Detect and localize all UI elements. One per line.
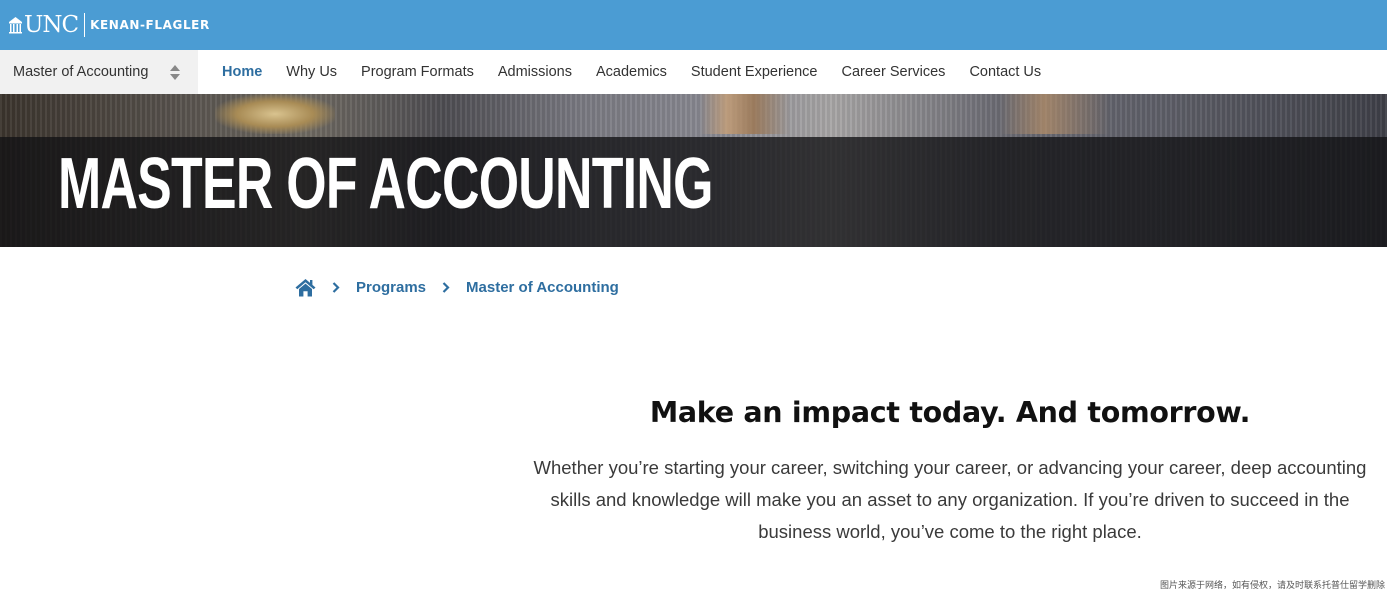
image-source-watermark: 图片来源于网络，如有侵权，请及时联系托普仕留学删除 <box>1159 581 1385 591</box>
breadcrumb-programs[interactable]: Programs <box>356 279 426 296</box>
nav-links: Home Why Us Program Formats Admissions A… <box>222 64 1065 80</box>
brand-bar: UNC KENAN-FLAGLER <box>0 0 1387 50</box>
home-icon[interactable] <box>295 278 316 297</box>
hero-photo-detail <box>1000 94 1110 134</box>
hero-banner: MASTER OF ACCOUNTING <box>0 94 1387 247</box>
logo-unc-text: UNC <box>24 11 79 38</box>
chevron-right-icon <box>332 282 340 293</box>
logo-divider <box>84 13 86 37</box>
unc-kenan-flagler-logo[interactable]: UNC KENAN-FLAGLER <box>8 13 210 37</box>
nav-link-program-formats[interactable]: Program Formats <box>361 64 474 80</box>
logo-school-text: KENAN-FLAGLER <box>90 18 210 32</box>
program-navbar: Master of Accounting Home Why Us Program… <box>0 50 1387 94</box>
nav-link-career-services[interactable]: Career Services <box>841 64 945 80</box>
nav-link-academics[interactable]: Academics <box>596 64 667 80</box>
nav-link-home[interactable]: Home <box>222 64 262 80</box>
nav-link-student-experience[interactable]: Student Experience <box>691 64 818 80</box>
breadcrumb: Programs Master of Accounting <box>295 278 619 297</box>
intro-body: Whether you’re starting your career, swi… <box>533 457 1367 542</box>
nav-link-contact-us[interactable]: Contact Us <box>969 64 1041 80</box>
nav-link-admissions[interactable]: Admissions <box>498 64 572 80</box>
program-select-value: Master of Accounting <box>13 64 149 80</box>
program-select-dropdown[interactable]: Master of Accounting <box>0 50 198 94</box>
breadcrumb-master-of-accounting[interactable]: Master of Accounting <box>466 279 619 296</box>
chevron-right-icon <box>442 282 450 293</box>
hero-photo-detail <box>700 94 790 134</box>
intro-heading: Make an impact today. And tomorrow. <box>649 396 1251 429</box>
hero-photo-lamp <box>215 94 335 134</box>
page-title: MASTER OF ACCOUNTING <box>58 144 713 224</box>
old-well-icon <box>9 17 22 34</box>
nav-link-why-us[interactable]: Why Us <box>286 64 337 80</box>
select-updown-icon <box>170 64 180 80</box>
